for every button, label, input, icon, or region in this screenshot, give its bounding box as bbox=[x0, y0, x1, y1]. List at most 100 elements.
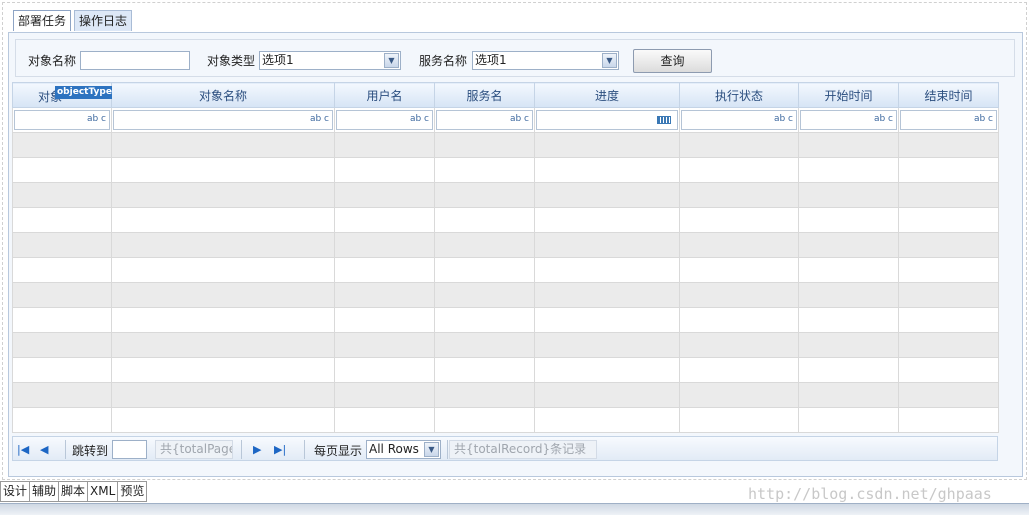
table-cell[interactable] bbox=[12, 307, 112, 333]
table-cell[interactable] bbox=[798, 282, 899, 308]
table-cell[interactable] bbox=[679, 307, 799, 333]
table-row[interactable] bbox=[12, 132, 999, 158]
filter-input[interactable] bbox=[536, 110, 678, 130]
chevron-down-icon[interactable]: ▼ bbox=[424, 442, 439, 457]
table-cell[interactable] bbox=[111, 257, 335, 283]
table-cell[interactable] bbox=[679, 257, 799, 283]
table-cell[interactable] bbox=[434, 307, 535, 333]
table-cell[interactable] bbox=[798, 157, 899, 183]
table-cell[interactable] bbox=[334, 132, 435, 158]
table-cell[interactable] bbox=[679, 382, 799, 408]
table-cell[interactable] bbox=[798, 207, 899, 233]
table-cell[interactable] bbox=[434, 157, 535, 183]
table-cell[interactable] bbox=[798, 332, 899, 358]
table-cell[interactable] bbox=[434, 282, 535, 308]
table-cell[interactable] bbox=[898, 132, 999, 158]
table-cell[interactable] bbox=[679, 157, 799, 183]
table-cell[interactable] bbox=[434, 132, 535, 158]
service-name-select[interactable]: 选项1 ▼ bbox=[472, 51, 619, 70]
column-header-progress[interactable]: 进度 bbox=[534, 82, 680, 108]
table-cell[interactable] bbox=[334, 307, 435, 333]
table-cell[interactable] bbox=[534, 157, 680, 183]
filter-input[interactable]: ab c bbox=[800, 110, 897, 130]
table-cell[interactable] bbox=[111, 182, 335, 208]
table-cell[interactable] bbox=[334, 382, 435, 408]
table-cell[interactable] bbox=[534, 382, 680, 408]
filter-input[interactable]: ab c bbox=[336, 110, 433, 130]
next-page-icon[interactable]: ▶ bbox=[253, 443, 261, 456]
table-cell[interactable] bbox=[898, 307, 999, 333]
table-cell[interactable] bbox=[798, 232, 899, 258]
table-cell[interactable] bbox=[12, 132, 112, 158]
tab-deploy-task[interactable]: 部署任务 bbox=[13, 10, 72, 31]
table-cell[interactable] bbox=[334, 232, 435, 258]
table-cell[interactable] bbox=[12, 232, 112, 258]
table-cell[interactable] bbox=[534, 282, 680, 308]
object-name-input[interactable] bbox=[80, 51, 190, 70]
search-button[interactable]: 查询 bbox=[633, 49, 712, 73]
table-cell[interactable] bbox=[434, 207, 535, 233]
table-cell[interactable] bbox=[534, 207, 680, 233]
filter-input[interactable]: ab c bbox=[113, 110, 333, 130]
table-cell[interactable] bbox=[534, 357, 680, 383]
jump-page-input[interactable] bbox=[112, 440, 147, 459]
tab-script[interactable]: 脚本 bbox=[59, 481, 89, 502]
chevron-down-icon[interactable]: ▼ bbox=[384, 53, 399, 68]
table-cell[interactable] bbox=[111, 232, 335, 258]
last-page-icon[interactable]: ▶| bbox=[274, 443, 286, 456]
table-cell[interactable] bbox=[111, 357, 335, 383]
per-page-select[interactable]: All Rows ▼ bbox=[366, 440, 441, 459]
table-cell[interactable] bbox=[679, 232, 799, 258]
table-row[interactable] bbox=[12, 407, 999, 433]
table-cell[interactable] bbox=[898, 407, 999, 433]
column-header-start-time[interactable]: 开始时间 bbox=[798, 82, 899, 108]
table-cell[interactable] bbox=[334, 332, 435, 358]
table-cell[interactable] bbox=[679, 282, 799, 308]
table-row[interactable] bbox=[12, 157, 999, 183]
table-cell[interactable] bbox=[534, 407, 680, 433]
table-row[interactable] bbox=[12, 257, 999, 283]
tab-operation-log[interactable]: 操作日志 bbox=[74, 10, 133, 31]
table-cell[interactable] bbox=[534, 132, 680, 158]
table-row[interactable] bbox=[12, 307, 999, 333]
filter-input[interactable]: ab c bbox=[681, 110, 797, 130]
column-header-exec-status[interactable]: 执行状态 bbox=[679, 82, 799, 108]
table-cell[interactable] bbox=[12, 207, 112, 233]
table-cell[interactable] bbox=[12, 357, 112, 383]
table-cell[interactable] bbox=[334, 207, 435, 233]
table-row[interactable] bbox=[12, 332, 999, 358]
table-cell[interactable] bbox=[898, 282, 999, 308]
table-cell[interactable] bbox=[12, 407, 112, 433]
table-cell[interactable] bbox=[111, 382, 335, 408]
tab-preview[interactable]: 预览 bbox=[118, 481, 148, 502]
table-cell[interactable] bbox=[334, 257, 435, 283]
table-cell[interactable] bbox=[534, 232, 680, 258]
table-cell[interactable] bbox=[334, 182, 435, 208]
tab-design[interactable]: 设计 bbox=[0, 481, 31, 502]
table-cell[interactable] bbox=[111, 332, 335, 358]
table-row[interactable] bbox=[12, 207, 999, 233]
table-cell[interactable] bbox=[898, 257, 999, 283]
tab-xml[interactable]: XML bbox=[88, 481, 119, 502]
table-cell[interactable] bbox=[679, 207, 799, 233]
table-cell[interactable] bbox=[898, 207, 999, 233]
table-cell[interactable] bbox=[798, 307, 899, 333]
table-cell[interactable] bbox=[534, 332, 680, 358]
table-cell[interactable] bbox=[534, 182, 680, 208]
table-cell[interactable] bbox=[111, 282, 335, 308]
table-cell[interactable] bbox=[679, 182, 799, 208]
table-cell[interactable] bbox=[679, 132, 799, 158]
table-cell[interactable] bbox=[534, 307, 680, 333]
chevron-down-icon[interactable]: ▼ bbox=[602, 53, 617, 68]
table-cell[interactable] bbox=[111, 207, 335, 233]
table-cell[interactable] bbox=[534, 257, 680, 283]
filter-input[interactable]: ab c bbox=[14, 110, 110, 130]
column-header-end-time[interactable]: 结束时间 bbox=[898, 82, 999, 108]
column-header-object-type[interactable]: 对象 objectType bbox=[12, 82, 114, 108]
prev-page-icon[interactable]: ◀ bbox=[40, 443, 48, 456]
column-header-username[interactable]: 用户名 bbox=[334, 82, 435, 108]
table-cell[interactable] bbox=[12, 282, 112, 308]
table-cell[interactable] bbox=[12, 182, 112, 208]
table-cell[interactable] bbox=[111, 132, 335, 158]
table-cell[interactable] bbox=[679, 407, 799, 433]
